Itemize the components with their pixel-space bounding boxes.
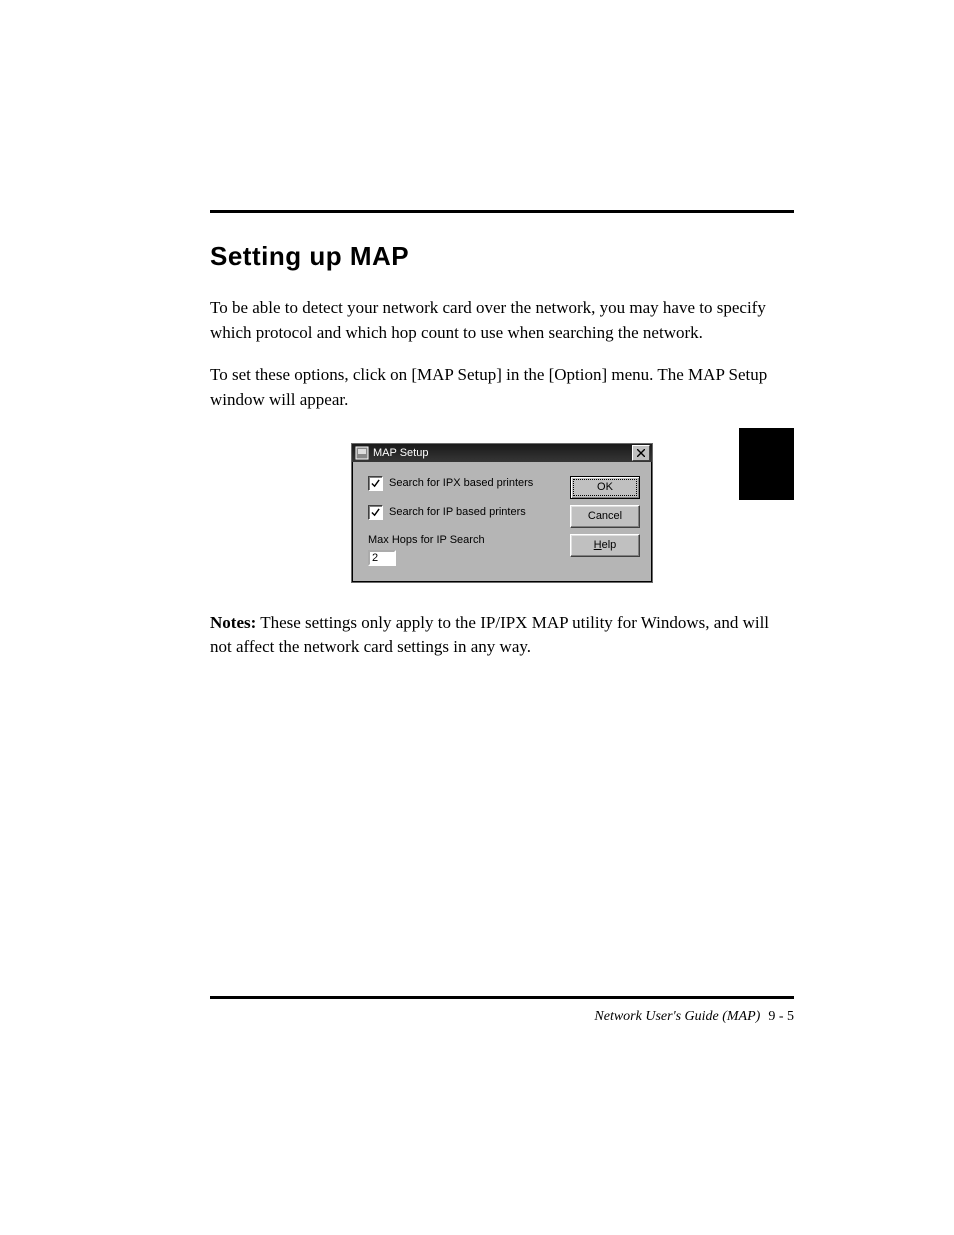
footer-page: 9 - 5 [768, 1009, 794, 1025]
footer-line: Network User's Guide (MAP) 9 - 5 [210, 1009, 794, 1025]
dialog-titlebar[interactable]: MAP Setup [352, 444, 652, 462]
cancel-button[interactable]: Cancel [570, 505, 640, 528]
dialog-title: MAP Setup [373, 447, 632, 459]
footer-text: Network User's Guide (MAP) [594, 1009, 760, 1025]
map-setup-dialog: MAP Setup Search for IPX based printers … [351, 443, 653, 583]
app-icon [355, 446, 369, 460]
close-icon [637, 449, 645, 457]
max-hops-input[interactable] [368, 550, 396, 566]
paragraph-2: To set these options, click on [MAP Setu… [210, 363, 794, 412]
checkbox-ipx[interactable] [368, 476, 383, 491]
section-title: Setting up MAP [210, 241, 794, 272]
paragraph-1: To be able to detect your network card o… [210, 296, 794, 345]
bottom-rule [210, 996, 794, 999]
ok-button[interactable]: OK [570, 476, 640, 499]
top-rule [210, 210, 794, 213]
side-tab-marker [739, 428, 794, 500]
check-icon [371, 479, 380, 488]
help-button[interactable]: Help [570, 534, 640, 557]
check-icon [371, 508, 380, 517]
label-ipx: Search for IPX based printers [389, 477, 533, 489]
label-max-hops: Max Hops for IP Search [368, 534, 560, 546]
checkbox-ip[interactable] [368, 505, 383, 520]
label-ip: Search for IP based printers [389, 506, 526, 518]
note-paragraph: Notes: These settings only apply to the … [210, 611, 794, 660]
close-button[interactable] [632, 445, 650, 461]
